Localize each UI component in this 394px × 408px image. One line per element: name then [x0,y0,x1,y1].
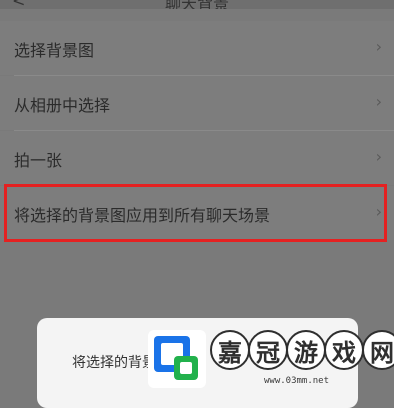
chevron-right-icon: › [375,37,382,56]
menu-item-label: 拍一张 [14,151,63,170]
page-title: 聊天背景 [0,0,394,9]
watermark-char: 游 [286,330,326,370]
navigation-bar: < 聊天背景 [0,0,394,9]
menu-item-take-photo[interactable]: 拍一张 › [0,131,394,185]
chevron-right-icon: › [375,147,382,166]
chevron-right-icon: › [375,92,382,111]
chevron-right-icon: › [375,202,382,221]
menu-item-label: 选择背景图 [14,41,95,60]
menu-item-label: 将选择的背景图应用到所有聊天场景 [14,206,271,225]
watermark-text: 嘉 冠 游 戏 网 [210,330,394,374]
watermark-char: 嘉 [210,330,250,370]
menu-item-select-background[interactable]: 选择背景图 › [0,21,394,75]
menu-item-choose-from-album[interactable]: 从相册中选择 › [0,76,394,130]
watermark-char: 戏 [324,330,364,370]
watermark-url: www.03mm.net [264,376,330,386]
watermark-char: 网 [362,330,394,370]
watermark-logo [148,330,206,388]
menu-item-apply-to-all-chats[interactable]: 将选择的背景图应用到所有聊天场景 › [0,186,394,240]
watermark-char: 冠 [248,330,288,370]
menu-item-label: 从相册中选择 [14,96,111,115]
dialog-message: 将选择的背景图应用到所有聊天场景 [72,355,150,371]
